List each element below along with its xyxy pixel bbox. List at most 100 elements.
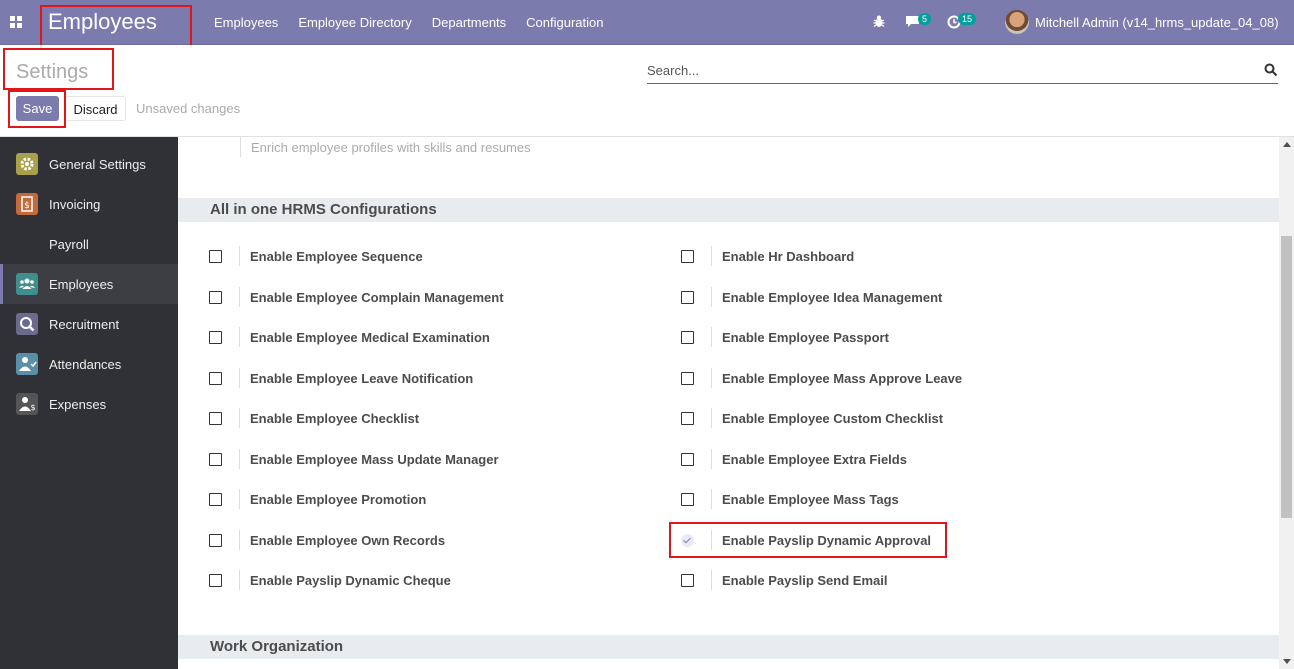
sidebar-item-invoicing[interactable]: $ Invoicing [0, 184, 178, 224]
scroll-up-arrow-icon[interactable] [1283, 142, 1291, 147]
checkbox[interactable] [209, 534, 222, 547]
separator [711, 287, 712, 307]
separator [239, 530, 240, 550]
separator [711, 489, 712, 509]
sidebar-item-expenses[interactable]: $ Expenses [0, 384, 178, 424]
option-label: Enable Payslip Send Email [722, 573, 888, 588]
sidebar-item-recruitment[interactable]: Recruitment [0, 304, 178, 344]
option-label: Enable Payslip Dynamic Cheque [250, 573, 451, 588]
menu-configuration[interactable]: Configuration [516, 0, 613, 45]
sidebar-item-label: Payroll [49, 237, 89, 252]
sidebar-item-label: Invoicing [49, 197, 101, 212]
checkbox[interactable] [681, 250, 694, 263]
separator [239, 246, 240, 266]
checkbox[interactable] [681, 453, 694, 466]
svg-text:$: $ [24, 201, 30, 211]
sidebar-item-label: Employees [49, 277, 114, 292]
checkbox[interactable] [681, 331, 694, 344]
separator [711, 530, 712, 550]
menu-departments[interactable]: Departments [422, 0, 516, 45]
section-title-work-organization: Work Organization [178, 635, 1279, 659]
save-button[interactable]: Save [16, 96, 59, 121]
prev-setting-hint: Enrich employee profiles with skills and… [240, 137, 531, 157]
user-menu[interactable]: Mitchell Admin (v14_hrms_update_04_08) [1035, 15, 1279, 30]
checkbox[interactable] [209, 291, 222, 304]
sidebar-item-general-settings[interactable]: General Settings [0, 144, 178, 184]
gear-icon [16, 153, 38, 175]
checkbox[interactable] [209, 372, 222, 385]
sidebar-item-employees[interactable]: Employees [0, 264, 178, 304]
option-label: Enable Employee Medical Examination [250, 330, 490, 345]
discard-button[interactable]: Discard [65, 96, 126, 121]
person-icon [16, 353, 38, 375]
option-label: Enable Employee Checklist [250, 411, 420, 426]
option-label: Enable Employee Mass Update Manager [250, 452, 499, 467]
app-brand[interactable]: Employees [48, 9, 157, 35]
unsaved-status: Unsaved changes [136, 101, 241, 116]
separator [711, 570, 712, 590]
content-scrollbar[interactable] [1279, 137, 1294, 669]
option-label: Enable Employee Extra Fields [722, 452, 907, 467]
separator [239, 287, 240, 307]
invoice-icon: $ [16, 193, 38, 215]
checkbox[interactable] [681, 412, 694, 425]
checkbox[interactable] [209, 574, 222, 587]
option-label: Enable Hr Dashboard [722, 249, 855, 264]
sidebar-item-payroll[interactable]: Payroll [0, 224, 178, 264]
activities-badge: 15 [958, 13, 977, 25]
users-icon [16, 273, 38, 295]
separator [239, 570, 240, 590]
apps-grid-icon[interactable] [10, 16, 22, 28]
sidebar-item-label: Expenses [49, 397, 107, 412]
menu-employees[interactable]: Employees [204, 0, 288, 45]
top-navbar: Employees Employees Employee Directory D… [0, 0, 1294, 45]
separator [711, 246, 712, 266]
checkbox[interactable] [209, 412, 222, 425]
separator [239, 327, 240, 347]
search-icon[interactable] [1264, 63, 1278, 77]
option-label: Enable Employee Idea Management [722, 290, 943, 305]
option-label: Enable Employee Sequence [250, 249, 423, 264]
separator [711, 449, 712, 469]
magnifier-icon [16, 313, 38, 335]
option-label: Enable Employee Mass Approve Leave [722, 371, 963, 386]
checkbox[interactable] [209, 331, 222, 344]
option-label: Enable Employee Complain Management [250, 290, 504, 305]
checkbox[interactable] [681, 574, 694, 587]
checkbox[interactable] [681, 291, 694, 304]
option-label: Enable Employee Passport [722, 330, 889, 345]
settings-content: Enrich employee profiles with skills and… [178, 137, 1279, 669]
checkbox-checked[interactable] [681, 534, 694, 547]
search-bar [647, 59, 1278, 84]
separator [711, 408, 712, 428]
section-title-hrms: All in one HRMS Configurations [178, 198, 1279, 222]
settings-sidebar: General Settings $ Invoicing Payroll Emp… [0, 137, 178, 669]
checkbox[interactable] [681, 493, 694, 506]
checkbox[interactable] [209, 493, 222, 506]
option-label: Enable Employee Leave Notification [250, 371, 474, 386]
option-label: Enable Employee Own Records [250, 533, 446, 548]
sidebar-item-label: Attendances [49, 357, 122, 372]
bug-icon[interactable] [873, 15, 885, 28]
messages-badge: 5 [918, 13, 932, 25]
checkbox[interactable] [209, 250, 222, 263]
sidebar-item-label: Recruitment [49, 317, 120, 332]
main-menu: Employees Employee Directory Departments… [204, 0, 614, 45]
sidebar-item-attendances[interactable]: Attendances [0, 344, 178, 384]
option-label: Enable Employee Custom Checklist [722, 411, 944, 426]
user-avatar[interactable] [1005, 10, 1029, 34]
checkbox[interactable] [209, 453, 222, 466]
separator [711, 327, 712, 347]
svg-text:$: $ [30, 403, 35, 412]
separator [239, 368, 240, 388]
scroll-down-arrow-icon[interactable] [1283, 659, 1291, 664]
separator [239, 408, 240, 428]
search-input[interactable] [647, 59, 1247, 81]
scroll-thumb[interactable] [1281, 236, 1292, 518]
option-label: Enable Employee Mass Tags [722, 492, 899, 507]
option-label: Enable Payslip Dynamic Approval [722, 533, 932, 548]
page-title: Settings [16, 61, 89, 83]
money-icon: $ [16, 393, 38, 415]
menu-employee-directory[interactable]: Employee Directory [288, 0, 421, 45]
checkbox[interactable] [681, 372, 694, 385]
